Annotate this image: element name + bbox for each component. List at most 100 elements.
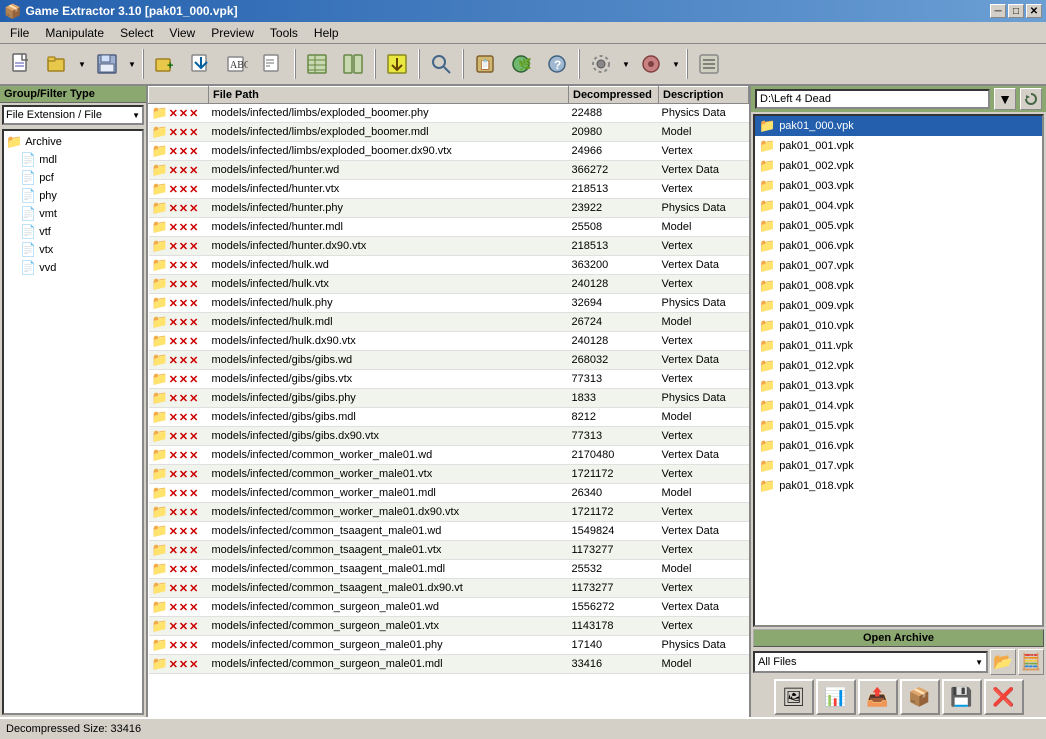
save-button[interactable] [90,47,124,81]
table-row[interactable]: 📁 ✕ ✕ ✕ models/infected/common_surgeon_m… [149,617,749,636]
menu-select[interactable]: Select [112,24,161,42]
col-filepath[interactable]: File Path [209,87,569,104]
options-button[interactable] [692,47,726,81]
table-row[interactable]: 📁 ✕ ✕ ✕ models/infected/gibs/gibs.vtx773… [149,370,749,389]
vpk-list-item[interactable]: 📁pak01_000.vpk [755,116,1042,136]
vpk-list-item[interactable]: 📁pak01_016.vpk [755,436,1042,456]
table-row[interactable]: 📁 ✕ ✕ ✕ models/infected/common_tsaagent_… [149,522,749,541]
tree-item-vtx[interactable]: 📄 vtx [20,241,140,259]
tree-item-vvd[interactable]: 📄 vvd [20,259,140,277]
tree-item-phy[interactable]: 📄 phy [20,187,140,205]
table-view-button[interactable] [300,47,334,81]
open-dropdown[interactable]: ▼ [76,47,88,81]
add-files-button[interactable]: + [148,47,182,81]
dir-dropdown-btn[interactable]: ▼ [994,88,1016,110]
vpk-list-item[interactable]: 📁pak01_007.vpk [755,256,1042,276]
table-row[interactable]: 📁 ✕ ✕ ✕ models/infected/common_worker_ma… [149,465,749,484]
table-row[interactable]: 📁 ✕ ✕ ✕ models/infected/hulk.phy32694Phy… [149,294,749,313]
table-row[interactable]: 📁 ✕ ✕ ✕ models/infected/limbs/exploded_b… [149,123,749,142]
vpk-list-item[interactable]: 📁pak01_008.vpk [755,276,1042,296]
table-row[interactable]: 📁 ✕ ✕ ✕ models/infected/hulk.vtx240128Ve… [149,275,749,294]
minimize-button[interactable]: ─ [990,4,1006,18]
open-button[interactable] [40,47,74,81]
table-row[interactable]: 📁 ✕ ✕ ✕ models/infected/hulk.wd363200Ver… [149,256,749,275]
menu-tools[interactable]: Tools [262,24,306,42]
plugins-button[interactable] [634,47,668,81]
bottom-preview-btn[interactable]: 🖼 [774,679,814,715]
vpk-list-item[interactable]: 📁pak01_011.vpk [755,336,1042,356]
table-row[interactable]: 📁 ✕ ✕ ✕ models/infected/hunter.dx90.vtx2… [149,237,749,256]
table-row[interactable]: 📁 ✕ ✕ ✕ models/infected/common_worker_ma… [149,446,749,465]
table-row[interactable]: 📁 ✕ ✕ ✕ models/infected/hunter.mdl25508M… [149,218,749,237]
table-row[interactable]: 📁 ✕ ✕ ✕ models/infected/hulk.mdl26724Mod… [149,313,749,332]
vpk-list-item[interactable]: 📁pak01_010.vpk [755,316,1042,336]
extract-sel2-button[interactable] [380,47,414,81]
dir-refresh-btn[interactable] [1020,88,1042,110]
filter-dropdown[interactable]: File Extension / File ▼ [2,105,144,125]
col-icons[interactable] [149,87,209,104]
bottom-extract-sel-btn[interactable]: 📤 [858,679,898,715]
bottom-hex-btn[interactable]: 📊 [816,679,856,715]
help-btn[interactable]: ? [540,47,574,81]
tree-item-mdl[interactable]: 📄 mdl [20,151,140,169]
gear-button[interactable] [584,47,618,81]
close-window-button[interactable]: ✕ [1026,4,1042,18]
bottom-extract-all-btn[interactable]: 📦 [900,679,940,715]
table-row[interactable]: 📁 ✕ ✕ ✕ models/infected/limbs/exploded_b… [149,142,749,161]
menu-view[interactable]: View [161,24,203,42]
vpk-list-item[interactable]: 📁pak01_003.vpk [755,176,1042,196]
table-row[interactable]: 📁 ✕ ✕ ✕ models/infected/common_surgeon_m… [149,598,749,617]
split-view-button[interactable] [336,47,370,81]
table-row[interactable]: 📁 ✕ ✕ ✕ models/infected/gibs/gibs.mdl821… [149,408,749,427]
table-row[interactable]: 📁 ✕ ✕ ✕ models/infected/common_tsaagent_… [149,541,749,560]
extract-button[interactable] [184,47,218,81]
table-row[interactable]: 📁 ✕ ✕ ✕ models/infected/hunter.vtx218513… [149,180,749,199]
table-row[interactable]: 📁 ✕ ✕ ✕ models/infected/hulk.dx90.vtx240… [149,332,749,351]
vpk-list-item[interactable]: 📁pak01_004.vpk [755,196,1042,216]
table-row[interactable]: 📁 ✕ ✕ ✕ models/infected/common_worker_ma… [149,484,749,503]
tree-item-vtf[interactable]: 📄 vtf [20,223,140,241]
file-filter-open-btn[interactable]: 📂 [990,649,1016,675]
vpk-list[interactable]: 📁pak01_000.vpk📁pak01_001.vpk📁pak01_002.v… [753,114,1044,627]
search-button[interactable] [424,47,458,81]
tree-item-pcf[interactable]: 📄 pcf [20,169,140,187]
table-row[interactable]: 📁 ✕ ✕ ✕ models/infected/hunter.phy23922P… [149,199,749,218]
vpk-list-item[interactable]: 📁pak01_018.vpk [755,476,1042,496]
bottom-save-btn[interactable]: 💾 [942,679,982,715]
open-archive-button[interactable]: Open Archive [753,629,1044,647]
tree-root-archive[interactable]: 📁 Archive [6,133,140,151]
table-row[interactable]: 📁 ✕ ✕ ✕ models/infected/common_tsaagent_… [149,560,749,579]
file-filter-calc-btn[interactable]: 🧮 [1018,649,1044,675]
file-table[interactable]: File Path Decompressed Description 📁 ✕ ✕… [148,86,749,717]
table-row[interactable]: 📁 ✕ ✕ ✕ models/infected/hunter.wd366272V… [149,161,749,180]
menu-help[interactable]: Help [306,24,347,42]
archive-props-button[interactable]: 📋 [468,47,502,81]
table-row[interactable]: 📁 ✕ ✕ ✕ models/infected/common_surgeon_m… [149,636,749,655]
gear-dropdown[interactable]: ▼ [620,47,632,81]
vpk-list-item[interactable]: 📁pak01_017.vpk [755,456,1042,476]
vpk-list-item[interactable]: 📁pak01_015.vpk [755,416,1042,436]
vpk-list-item[interactable]: 📁pak01_013.vpk [755,376,1042,396]
table-row[interactable]: 📁 ✕ ✕ ✕ models/infected/gibs/gibs.dx90.v… [149,427,749,446]
tree-area[interactable]: 📁 Archive 📄 mdl 📄 pcf 📄 phy 📄 [2,129,144,715]
table-row[interactable]: 📁 ✕ ✕ ✕ models/infected/common_worker_ma… [149,503,749,522]
menu-preview[interactable]: Preview [203,24,262,42]
bottom-close-btn[interactable]: ❌ [984,679,1024,715]
table-row[interactable]: 📁 ✕ ✕ ✕ models/infected/common_tsaagent_… [149,579,749,598]
table-row[interactable]: 📁 ✕ ✕ ✕ models/infected/gibs/gibs.wd2680… [149,351,749,370]
vpk-list-item[interactable]: 📁pak01_006.vpk [755,236,1042,256]
file-props-button[interactable]: 🌿 [504,47,538,81]
new-button[interactable] [4,47,38,81]
restore-button[interactable]: □ [1008,4,1024,18]
table-row[interactable]: 📁 ✕ ✕ ✕ models/infected/limbs/exploded_b… [149,104,749,123]
menu-manipulate[interactable]: Manipulate [37,24,112,42]
save-dropdown[interactable]: ▼ [126,47,138,81]
vpk-list-item[interactable]: 📁pak01_012.vpk [755,356,1042,376]
vpk-list-item[interactable]: 📁pak01_001.vpk [755,136,1042,156]
vpk-list-item[interactable]: 📁pak01_009.vpk [755,296,1042,316]
col-decompressed[interactable]: Decompressed [569,87,659,104]
tree-item-vmt[interactable]: 📄 vmt [20,205,140,223]
menu-file[interactable]: File [2,24,37,42]
rename-button[interactable]: ABC [220,47,254,81]
vpk-list-item[interactable]: 📁pak01_002.vpk [755,156,1042,176]
